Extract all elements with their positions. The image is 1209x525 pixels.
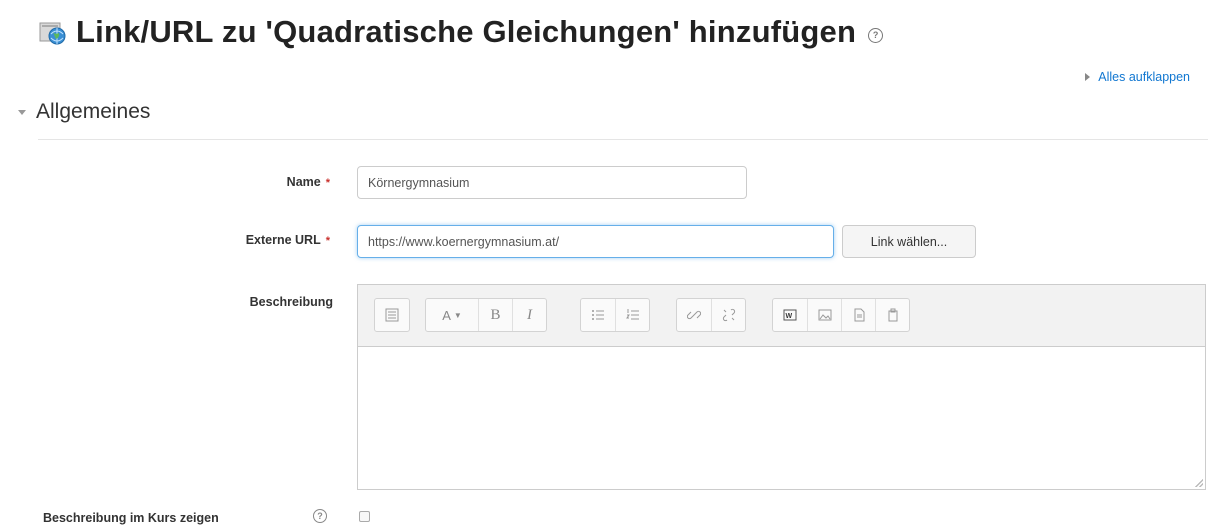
expand-all-label: Alles aufklappen [1098, 70, 1190, 84]
ordered-list-icon[interactable] [615, 299, 649, 331]
page-title-text: Link/URL zu 'Quadratische Gleichungen' h… [76, 14, 857, 49]
unlink-icon[interactable] [711, 299, 745, 331]
name-label-text: Name [286, 175, 321, 189]
paste-icon[interactable] [875, 299, 909, 331]
external-url-input[interactable] [357, 225, 834, 258]
font-style-dropdown-icon[interactable]: A ▼ [426, 299, 478, 331]
description-textarea[interactable] [358, 347, 1205, 489]
section-toggle-allgemeines[interactable]: Allgemeines [18, 100, 150, 124]
choose-link-button[interactable]: Link wählen... [842, 225, 976, 258]
toolbar-group-links [676, 298, 746, 332]
toolbar-group-media: W [772, 298, 910, 332]
show-description-label: Beschreibung im Kurs zeigen [43, 511, 219, 525]
description-editor: A ▼ B I W [357, 284, 1206, 490]
expand-all-link[interactable]: Alles aufklappen [1085, 70, 1190, 84]
toolbar-group-lists [580, 298, 650, 332]
description-label: Beschreibung [249, 295, 333, 309]
image-icon[interactable] [807, 299, 841, 331]
help-icon[interactable]: ? [313, 509, 327, 523]
toolbar-group-style: A ▼ B I [425, 298, 547, 332]
required-icon: * [325, 177, 330, 189]
bold-icon[interactable]: B [478, 299, 512, 331]
italic-icon[interactable]: I [512, 299, 546, 331]
url-label: Externe URL * [150, 233, 330, 247]
required-icon: * [325, 235, 330, 247]
toolbar-group-toggle [374, 298, 410, 332]
media-icon[interactable]: W [773, 299, 807, 331]
section-divider [38, 139, 1208, 140]
toggle-toolbar-icon[interactable] [375, 299, 409, 331]
link-icon[interactable] [677, 299, 711, 331]
resize-handle[interactable] [1195, 479, 1203, 487]
url-globe-icon [38, 15, 76, 49]
url-label-text: Externe URL [245, 233, 321, 247]
collapsed-triangle-icon [1085, 73, 1091, 81]
show-description-checkbox[interactable] [359, 511, 370, 522]
svg-text:W: W [786, 313, 793, 320]
help-icon[interactable]: ? [868, 27, 884, 43]
name-input[interactable] [357, 166, 747, 199]
section-title: Allgemeines [36, 100, 151, 123]
name-label: Name * [150, 175, 330, 189]
font-style-glyph: A [442, 307, 451, 323]
editor-toolbar: A ▼ B I W [358, 285, 1205, 347]
expanded-triangle-icon [18, 109, 26, 115]
unordered-list-icon[interactable] [581, 299, 615, 331]
file-icon[interactable] [841, 299, 875, 331]
page-title: Link/URL zu 'Quadratische Gleichungen' h… [38, 10, 884, 54]
